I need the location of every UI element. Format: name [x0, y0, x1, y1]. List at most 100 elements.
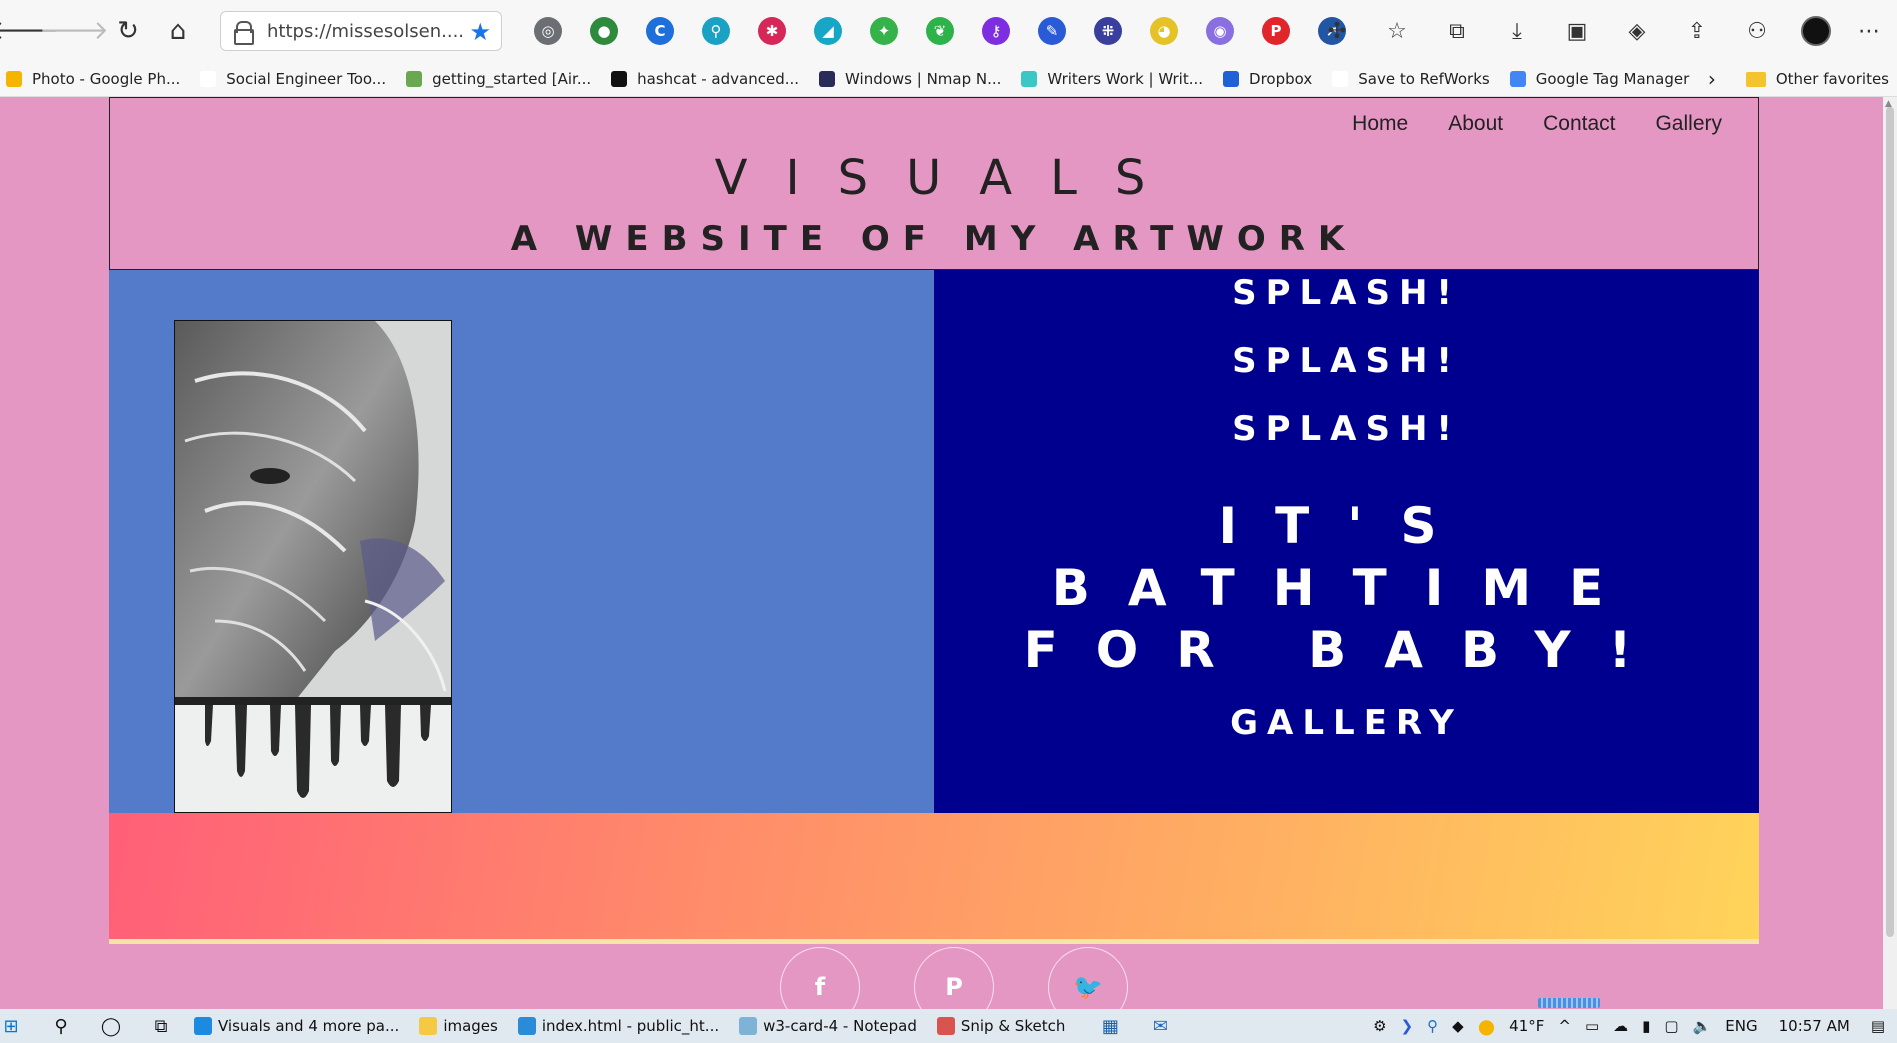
- site-title: VISUALS: [714, 150, 1184, 206]
- settings-gear-icon[interactable]: ⚙: [1373, 1017, 1386, 1035]
- site-subtitle: A WEBSITE OF MY ARTWORK: [510, 219, 1358, 259]
- taskbar-app[interactable]: Snip & Sketch: [936, 1017, 1065, 1035]
- downloads-icon[interactable]: ⤓: [1503, 17, 1531, 45]
- yellow-extension-icon[interactable]: ◕: [1150, 17, 1178, 45]
- cortana-icon[interactable]: ◯: [100, 1015, 122, 1037]
- weather-temp[interactable]: 41°F: [1509, 1017, 1544, 1035]
- nav-about[interactable]: About: [1448, 112, 1503, 136]
- other-favorites[interactable]: Other favorites: [1776, 70, 1889, 88]
- browser-toolbar: 🡐 🡒 ↻ ⌂ https://missesolsen.... ★ ◎ ● C ⚲ ✱ ◢…: [0, 0, 1897, 61]
- splash-text-3: SPLASH!: [1232, 409, 1461, 449]
- bookmark-label: Save to RefWorks: [1358, 69, 1490, 88]
- bookmark-favicon-icon: [406, 70, 423, 87]
- purple-key-extension-icon[interactable]: ⚷: [982, 17, 1010, 45]
- blue-pen-extension-icon[interactable]: ✎: [1038, 17, 1066, 45]
- windows-start-icon[interactable]: ⊞: [0, 1015, 22, 1037]
- more-menu-icon[interactable]: ⋯: [1855, 17, 1883, 45]
- store-icon[interactable]: ▦: [1099, 1015, 1121, 1037]
- bookmark-item[interactable]: Google Tag Manager: [1509, 69, 1690, 88]
- bookmark-favicon-icon: [1332, 70, 1349, 87]
- profile-avatar[interactable]: [1801, 16, 1831, 46]
- network-icon[interactable]: ▢: [1664, 1017, 1678, 1035]
- bookmarks-bar: Photo - Google Ph... Social Engineer Too.…: [0, 61, 1897, 97]
- bookmark-item[interactable]: hashcat - advanced...: [611, 70, 799, 88]
- taskbar-app[interactable]: w3-card-4 - Notepad: [739, 1017, 917, 1035]
- collections-icon[interactable]: ⧉: [1443, 17, 1471, 45]
- taskbar-app[interactable]: images: [419, 1017, 498, 1035]
- pinterest-extension-icon[interactable]: P: [1262, 17, 1290, 45]
- home-button[interactable]: ⌂: [156, 9, 200, 53]
- colorful-extension-icon[interactable]: ✦: [870, 17, 898, 45]
- favorite-star-icon[interactable]: ★: [469, 18, 491, 46]
- grid-extension-icon[interactable]: ⁜: [1094, 17, 1122, 45]
- forward-button[interactable]: 🡒: [39, 9, 109, 53]
- lock-icon: [233, 21, 254, 45]
- green-shield-extension-icon[interactable]: ●: [590, 17, 618, 45]
- taskbar-app-icon: [194, 1017, 212, 1035]
- taskbar-app[interactable]: Visuals and 4 more pa...: [194, 1017, 399, 1035]
- search-extension-icon[interactable]: ⚲: [702, 17, 730, 45]
- share-icon[interactable]: ⇪: [1683, 17, 1711, 45]
- favorites-icon[interactable]: ☆: [1383, 17, 1411, 45]
- battery-icon[interactable]: ▮: [1642, 1017, 1650, 1035]
- address-bar[interactable]: https://missesolsen.... ★: [220, 11, 502, 51]
- twitter-icon[interactable]: 🐦: [1048, 947, 1128, 1009]
- scrollbar-thumb[interactable]: [1886, 107, 1894, 937]
- facebook-icon[interactable]: f: [780, 947, 860, 1009]
- browser-essentials-icon[interactable]: ◈: [1623, 17, 1651, 45]
- task-view-icon[interactable]: ⧉: [150, 1015, 172, 1037]
- powershell-icon[interactable]: ❯: [1401, 1017, 1414, 1035]
- sync-icon[interactable]: ⚇: [1743, 17, 1771, 45]
- blue-c-extension-icon[interactable]: C: [646, 17, 674, 45]
- clock[interactable]: 10:57 AM: [1779, 1017, 1850, 1035]
- taskbar-app-icon: [517, 1017, 536, 1035]
- bookmark-label: Writers Work | Writ...: [1047, 69, 1204, 88]
- web-capture-icon[interactable]: ▣: [1563, 17, 1591, 45]
- page-scrollbar[interactable]: ▲: [1883, 97, 1897, 1009]
- tray-chevron-icon[interactable]: ^: [1558, 1017, 1571, 1035]
- bookmark-favicon-icon: [200, 70, 217, 87]
- hero-left-panel: [109, 270, 934, 813]
- volume-icon[interactable]: 🔈: [1693, 1017, 1712, 1035]
- bookmark-item[interactable]: Writers Work | Writ...: [1021, 70, 1203, 88]
- nav-gallery[interactable]: Gallery: [1655, 112, 1722, 136]
- bookmark-item[interactable]: Social Engineer Too...: [200, 70, 386, 88]
- nav-contact[interactable]: Contact: [1543, 112, 1615, 136]
- meet-now-icon[interactable]: ▭: [1585, 1017, 1599, 1035]
- bookmark-item[interactable]: Dropbox: [1223, 70, 1312, 88]
- bookmarks-overflow-chevron-icon[interactable]: ›: [1708, 67, 1716, 91]
- pinterest-icon[interactable]: P: [914, 947, 994, 1009]
- bookmark-favicon-icon: [1223, 70, 1240, 87]
- search-app-icon[interactable]: ⚲: [1427, 1017, 1438, 1035]
- evernote-extension-icon[interactable]: ❦: [926, 17, 954, 45]
- bookmark-item[interactable]: getting_started [Air...: [406, 70, 591, 88]
- splash-text-1: SPLASH!: [1232, 273, 1461, 313]
- nav-home[interactable]: Home: [1352, 112, 1408, 136]
- taskbar-app[interactable]: index.html - public_ht...: [517, 1017, 719, 1035]
- bookmark-item[interactable]: Photo - Google Ph...: [6, 70, 180, 88]
- violet-extension-icon[interactable]: ◉: [1206, 17, 1234, 45]
- taskbar-app-label: Visuals and 4 more pa...: [218, 1017, 400, 1035]
- bookmark-favicon-icon: [1509, 70, 1526, 87]
- bookmark-item[interactable]: Save to RefWorks: [1332, 69, 1490, 88]
- gray-extension-icon[interactable]: ◎: [534, 17, 562, 45]
- notifications-icon[interactable]: ▤: [1871, 1017, 1885, 1035]
- red-bug-extension-icon[interactable]: ✱: [758, 17, 786, 45]
- language-indicator[interactable]: ENG: [1725, 1017, 1757, 1035]
- figma-icon[interactable]: ◆: [1452, 1017, 1464, 1035]
- bookmark-favicon-icon: [611, 70, 628, 87]
- refresh-button[interactable]: ↻: [106, 9, 150, 53]
- hero-right-panel: SPLASH! SPLASH! SPLASH! IT'S BATHTIME FO…: [934, 270, 1759, 813]
- browser-right-tools: ✣ ☆ ⧉ ⤓ ▣ ◈ ⇪ ⚇ ⋯: [1307, 12, 1897, 50]
- splash-text-2: SPLASH!: [1232, 341, 1461, 381]
- teal-extension-icon[interactable]: ◢: [814, 17, 842, 45]
- gallery-link[interactable]: GALLERY: [934, 703, 1759, 743]
- extensions-puzzle-icon[interactable]: ✣: [1323, 17, 1351, 45]
- site-nav: Home About Contact Gallery: [1312, 112, 1722, 136]
- bookmark-item[interactable]: Windows | Nmap N...: [819, 70, 1001, 88]
- folder-icon: [1745, 71, 1766, 87]
- onedrive-icon[interactable]: ☁: [1613, 1017, 1628, 1035]
- mail-icon[interactable]: ✉: [1149, 1015, 1171, 1037]
- search-icon[interactable]: ⚲: [50, 1015, 72, 1037]
- bookmark-label: Google Tag Manager: [1535, 69, 1690, 88]
